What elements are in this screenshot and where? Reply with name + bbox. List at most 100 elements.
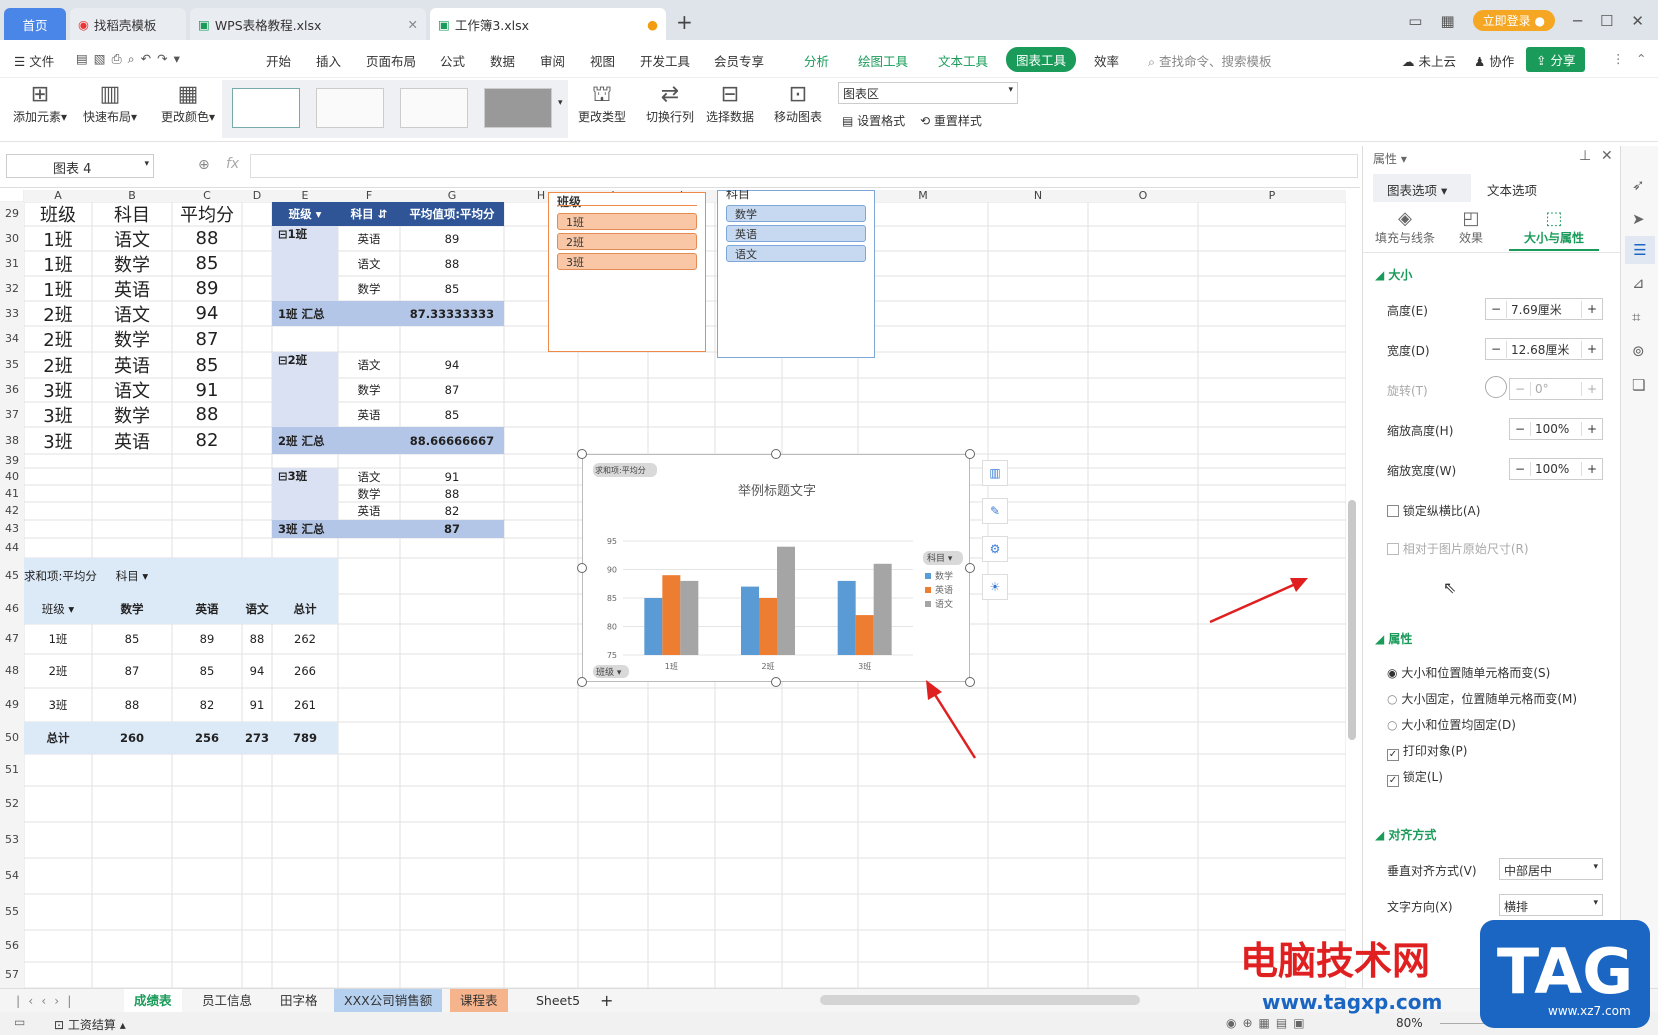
rotate-stepper[interactable]: −0° + [1509,378,1603,400]
menu-insert[interactable]: 插入 [316,51,341,70]
minus-icon[interactable]: − [1510,462,1530,476]
radio-move-size[interactable]: ◉ 大小和位置随单元格而变(S) [1387,664,1550,681]
menu-start[interactable]: 开始 [266,51,291,70]
chart-style-thumb[interactable] [484,88,552,128]
minus-icon[interactable]: − [1486,342,1506,356]
zoom-level[interactable]: 80% [1396,1016,1423,1030]
zoom-formula-icon[interactable]: ⊕ [198,157,210,173]
quick-access-icons[interactable]: ▤▧⎙⌕↶↷▾ [76,51,186,67]
add-element-button[interactable]: ⊞ 添加元素▾ [8,82,72,125]
maximize-icon[interactable]: ☐ [1600,12,1613,30]
tab-home[interactable]: 首页 [4,8,66,40]
gallery-more-icon[interactable]: ▾ [558,98,563,108]
scale-height-stepper[interactable]: −100% + [1509,418,1603,440]
tab-fill-line[interactable]: ◈ 填充与线条 [1375,208,1435,246]
formula-input[interactable] [250,154,1358,178]
scale-width-stepper[interactable]: −100% + [1509,458,1603,480]
scale-height-value[interactable]: 100% [1530,422,1582,436]
sheet-tab-scores[interactable]: 成绩表 [124,989,182,1013]
command-search[interactable]: ⌕ 查找命令、搜索模板 [1148,51,1272,70]
tab-chart-options[interactable]: 图表选项 ▾ [1373,174,1471,202]
sheet-tab-schedule[interactable]: 课程表 [450,989,508,1013]
tab-effects[interactable]: ◰ 效果 [1451,208,1491,246]
menu-formula[interactable]: 公式 [440,51,465,70]
view-mode-icons[interactable]: ◉⊕▦▤▣ [1226,1016,1311,1030]
vertical-align-select[interactable]: 中部居中 ▾ [1499,858,1603,880]
minimize-icon[interactable]: ─ [1573,12,1582,30]
plus-icon[interactable]: + [1582,302,1602,316]
rotate-dial-icon[interactable] [1485,376,1507,398]
vertical-scroll-thumb[interactable] [1348,500,1356,740]
add-sheet-plus-icon[interactable]: + [590,989,623,1013]
location-icon[interactable]: ⊚ [1632,342,1645,360]
book-icon[interactable]: ❏ [1632,376,1645,394]
image-edit-icon[interactable]: ⌗ [1632,308,1640,326]
properties-sliders-icon[interactable]: ☰ [1625,236,1655,264]
collaborate-button[interactable]: ♟ 协作 [1474,51,1514,70]
change-type-button[interactable]: ⛫ 更改类型 [572,82,632,125]
spreadsheet-grid[interactable]: ABCDEFGHIJKLMNOP 29303132333435363738394… [0,190,1346,988]
tab-size-properties[interactable]: ⬚ 大小与属性 [1509,208,1599,251]
tab-wps-tutorial[interactable]: ▣ WPS表格教程.xlsx ✕ [190,8,426,40]
minus-icon[interactable]: − [1486,302,1506,316]
section-alignment[interactable]: ◢ 对齐方式 [1375,826,1436,843]
sheet-nav-arrows[interactable]: |‹‹›| [6,989,89,1013]
pointer-icon[interactable]: ➤ [1632,210,1645,228]
relative-size-checkbox[interactable]: 相对于图片原始尺寸(R) [1387,540,1529,557]
switch-row-col-button[interactable]: ⇄ 切换行列 [640,82,700,125]
menu-dev-tools[interactable]: 开发工具 [640,51,690,70]
plus-icon[interactable]: + [1582,462,1602,476]
locked-checkbox[interactable]: ✓ 锁定(L) [1387,768,1443,787]
macro-record-icon[interactable]: ▭ [14,1015,25,1029]
chart-style-thumb[interactable] [232,88,300,128]
section-size[interactable]: ◢ 大小 [1375,266,1412,283]
minus-icon[interactable]: − [1510,382,1530,396]
share-button[interactable]: ⇪ 分享 [1526,47,1586,72]
rotate-value[interactable]: 0° [1530,382,1582,396]
plus-icon[interactable]: + [1582,422,1602,436]
grid-icon[interactable]: ▦ [1440,12,1454,30]
menu-text-tools[interactable]: 文本工具 [938,51,988,70]
menu-efficiency[interactable]: 效率 [1094,51,1119,70]
more-icon[interactable]: ⋮ [1612,51,1625,66]
height-value[interactable]: 7.69厘米 [1506,300,1582,318]
window-close-icon[interactable]: ✕ [1631,12,1644,30]
menu-analysis[interactable]: 分析 [804,51,829,70]
close-icon[interactable]: ✕ [408,17,418,32]
close-icon[interactable]: ✕ [1601,148,1613,164]
select-data-button[interactable]: ⊟ 选择数据 [700,82,760,125]
scale-width-value[interactable]: 100% [1530,462,1582,476]
menu-page-layout[interactable]: 页面布局 [366,51,416,70]
menu-data[interactable]: 数据 [490,51,515,70]
layout-icon[interactable]: ▭ [1408,12,1422,30]
text-direction-select[interactable]: 横排 ▾ [1499,894,1603,916]
fx-icon[interactable]: fx [226,156,239,172]
menu-member[interactable]: 会员专享 [714,51,764,70]
macro-name[interactable]: ⊡ 工资结算 ▴ [54,1016,126,1033]
set-format-button[interactable]: ▤ 设置格式 [842,112,905,129]
reset-style-button[interactable]: ⟲ 重置样式 [920,112,982,129]
sheet-tab-employees[interactable]: 员工信息 [192,989,262,1013]
chart-element-select[interactable]: 图表区 ▾ [838,82,1018,104]
height-stepper[interactable]: −7.69厘米 + [1485,298,1603,320]
collapse-ribbon-icon[interactable]: ⌃ [1636,51,1646,66]
cloud-status[interactable]: ☁ 未上云 [1402,51,1456,70]
sheet-tab-sales[interactable]: XXX公司销售额 [334,989,443,1013]
panel-title[interactable]: 属性 ▾ [1373,150,1407,167]
menu-drawing-tools[interactable]: 绘图工具 [858,51,908,70]
pin-icon[interactable]: ⊥ [1579,148,1591,164]
sheet-tab-tianzige[interactable]: 田字格 [270,989,328,1013]
width-value[interactable]: 12.68厘米 [1506,340,1582,358]
print-object-checkbox[interactable]: ✓ 打印对象(P) [1387,742,1467,761]
lock-aspect-checkbox[interactable]: 锁定纵横比(A) [1387,502,1480,519]
file-menu[interactable]: ☰ 文件 [14,51,54,70]
quick-layout-button[interactable]: ▥ 快速布局▾ [78,82,142,125]
menu-chart-tools[interactable]: 图表工具 [1006,47,1077,72]
new-tab-plus-icon[interactable]: + [676,10,693,34]
menu-view[interactable]: 视图 [590,51,615,70]
width-stepper[interactable]: −12.68厘米 + [1485,338,1603,360]
section-properties[interactable]: ◢ 属性 [1375,630,1412,647]
name-box[interactable]: 图表 4 ▾ [6,154,154,178]
rocket-icon[interactable]: ➶ [1632,176,1645,194]
minus-icon[interactable]: − [1510,422,1530,436]
